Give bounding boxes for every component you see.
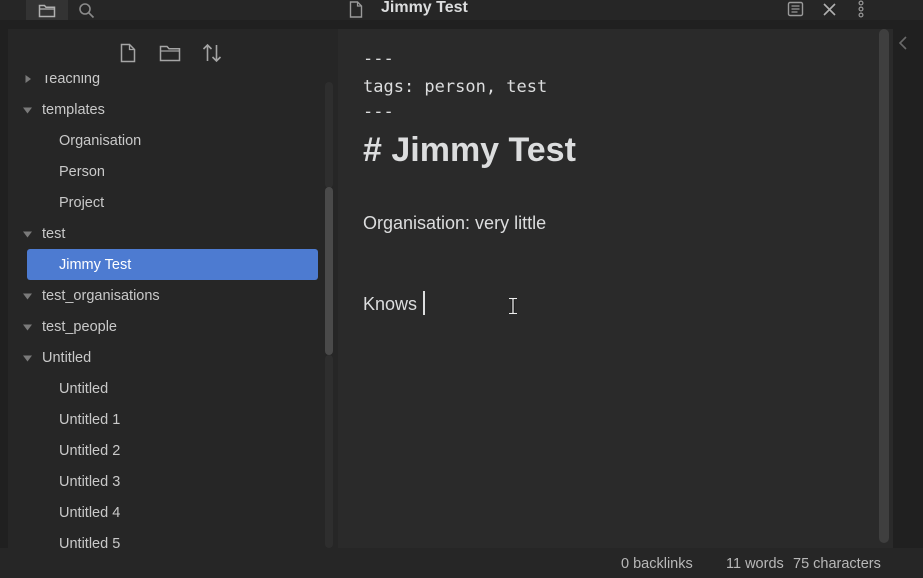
close-button[interactable] xyxy=(822,2,837,22)
tree-item-label: Untitled 1 xyxy=(59,411,121,428)
file-untitled-4[interactable]: Untitled 4 xyxy=(8,497,326,528)
chevron-down-icon xyxy=(23,105,32,114)
tree-item-label: Project xyxy=(59,194,105,211)
reading-view-button[interactable] xyxy=(787,1,804,22)
text-cursor-icon xyxy=(506,297,520,320)
folder-templates[interactable]: templates xyxy=(8,94,326,125)
tree-item-label: test xyxy=(42,225,66,242)
tree-item-label: Jimmy Test xyxy=(59,256,132,273)
editor[interactable]: --- tags: person, test --- # Jimmy Test … xyxy=(338,29,893,548)
new-folder-button[interactable] xyxy=(158,41,182,65)
file-tree: Teaching templates Organisation Person P… xyxy=(8,75,326,548)
file-icon xyxy=(349,1,363,18)
note-title: Jimmy Test xyxy=(381,0,468,16)
frontmatter-tags[interactable]: tags: person, test xyxy=(363,77,547,97)
file-jimmy-test[interactable]: Jimmy Test xyxy=(27,249,318,280)
word-count: 11 words xyxy=(726,556,784,572)
tree-item-label: test_organisations xyxy=(42,287,160,304)
folder-teaching[interactable]: Teaching xyxy=(8,75,326,94)
folder-untitled[interactable]: Untitled xyxy=(8,342,326,373)
frontmatter-open[interactable]: --- xyxy=(363,49,394,69)
folder-icon xyxy=(38,4,56,17)
new-folder-icon xyxy=(159,45,181,62)
search-icon xyxy=(79,2,95,18)
reading-view-icon xyxy=(787,1,804,17)
knows-text: Knows xyxy=(363,294,418,314)
chevron-right-icon xyxy=(23,75,32,83)
new-note-icon xyxy=(120,43,136,63)
folder-test-people[interactable]: test_people xyxy=(8,311,326,342)
close-icon xyxy=(823,3,836,16)
tree-item-label: Untitled 4 xyxy=(59,504,121,521)
new-note-button[interactable] xyxy=(116,41,140,65)
character-count: 75 characters xyxy=(793,556,881,572)
heading-line[interactable]: # Jimmy Test xyxy=(363,131,576,170)
folder-test-organisations[interactable]: test_organisations xyxy=(8,280,326,311)
tree-item-label: Person xyxy=(59,163,105,180)
tree-item-label: Untitled 2 xyxy=(59,442,121,459)
chevron-down-icon xyxy=(23,322,32,331)
file-untitled-1[interactable]: Untitled 1 xyxy=(8,404,326,435)
tree-item-label: Organisation xyxy=(59,132,142,149)
chevron-down-icon xyxy=(23,353,32,362)
sort-button[interactable] xyxy=(200,41,224,65)
status-bar: 0 backlinks 11 words 75 characters xyxy=(0,548,923,578)
file-untitled-5[interactable]: Untitled 5 xyxy=(8,528,326,549)
expand-right-sidebar-button[interactable] xyxy=(898,36,908,55)
scrollbar-thumb[interactable] xyxy=(325,187,333,355)
file-project[interactable]: Project xyxy=(8,187,326,218)
file-organisation[interactable]: Organisation xyxy=(8,125,326,156)
file-explorer-toolbar xyxy=(8,29,328,75)
tree-item-label: Untitled xyxy=(59,380,109,397)
text-caret xyxy=(423,291,426,315)
tree-item-label: Teaching xyxy=(42,75,101,87)
scrollbar-track[interactable] xyxy=(325,355,333,548)
chevron-left-icon xyxy=(898,36,907,50)
folder-test[interactable]: test xyxy=(8,218,326,249)
search-tab[interactable] xyxy=(70,0,335,20)
sort-icon xyxy=(202,43,222,63)
frontmatter-close[interactable]: --- xyxy=(363,102,394,122)
chevron-down-icon xyxy=(23,229,32,238)
more-options-icon xyxy=(858,0,864,18)
tree-item-label: Untitled 3 xyxy=(59,473,121,490)
tree-item-label: Untitled 5 xyxy=(59,535,121,549)
file-untitled-2[interactable]: Untitled 2 xyxy=(8,435,326,466)
file-person[interactable]: Person xyxy=(8,156,326,187)
organisation-line[interactable]: Organisation: very little xyxy=(363,213,546,234)
tree-item-label: templates xyxy=(42,101,105,118)
more-options-button[interactable] xyxy=(857,0,865,23)
scrollbar-track[interactable] xyxy=(325,82,333,188)
editor-scrollbar[interactable] xyxy=(879,29,889,543)
file-explorer-tab[interactable] xyxy=(26,0,68,20)
tree-item-label: Untitled xyxy=(42,349,92,366)
chevron-down-icon xyxy=(23,291,32,300)
file-explorer: Teaching templates Organisation Person P… xyxy=(8,29,338,548)
file-untitled[interactable]: Untitled xyxy=(8,373,326,404)
file-untitled-3[interactable]: Untitled 3 xyxy=(8,466,326,497)
editor-header: Jimmy Test xyxy=(338,0,893,20)
backlinks-count[interactable]: 0 backlinks xyxy=(621,556,693,572)
tree-item-label: test_people xyxy=(42,318,117,335)
knows-line[interactable]: Knows xyxy=(363,291,426,315)
